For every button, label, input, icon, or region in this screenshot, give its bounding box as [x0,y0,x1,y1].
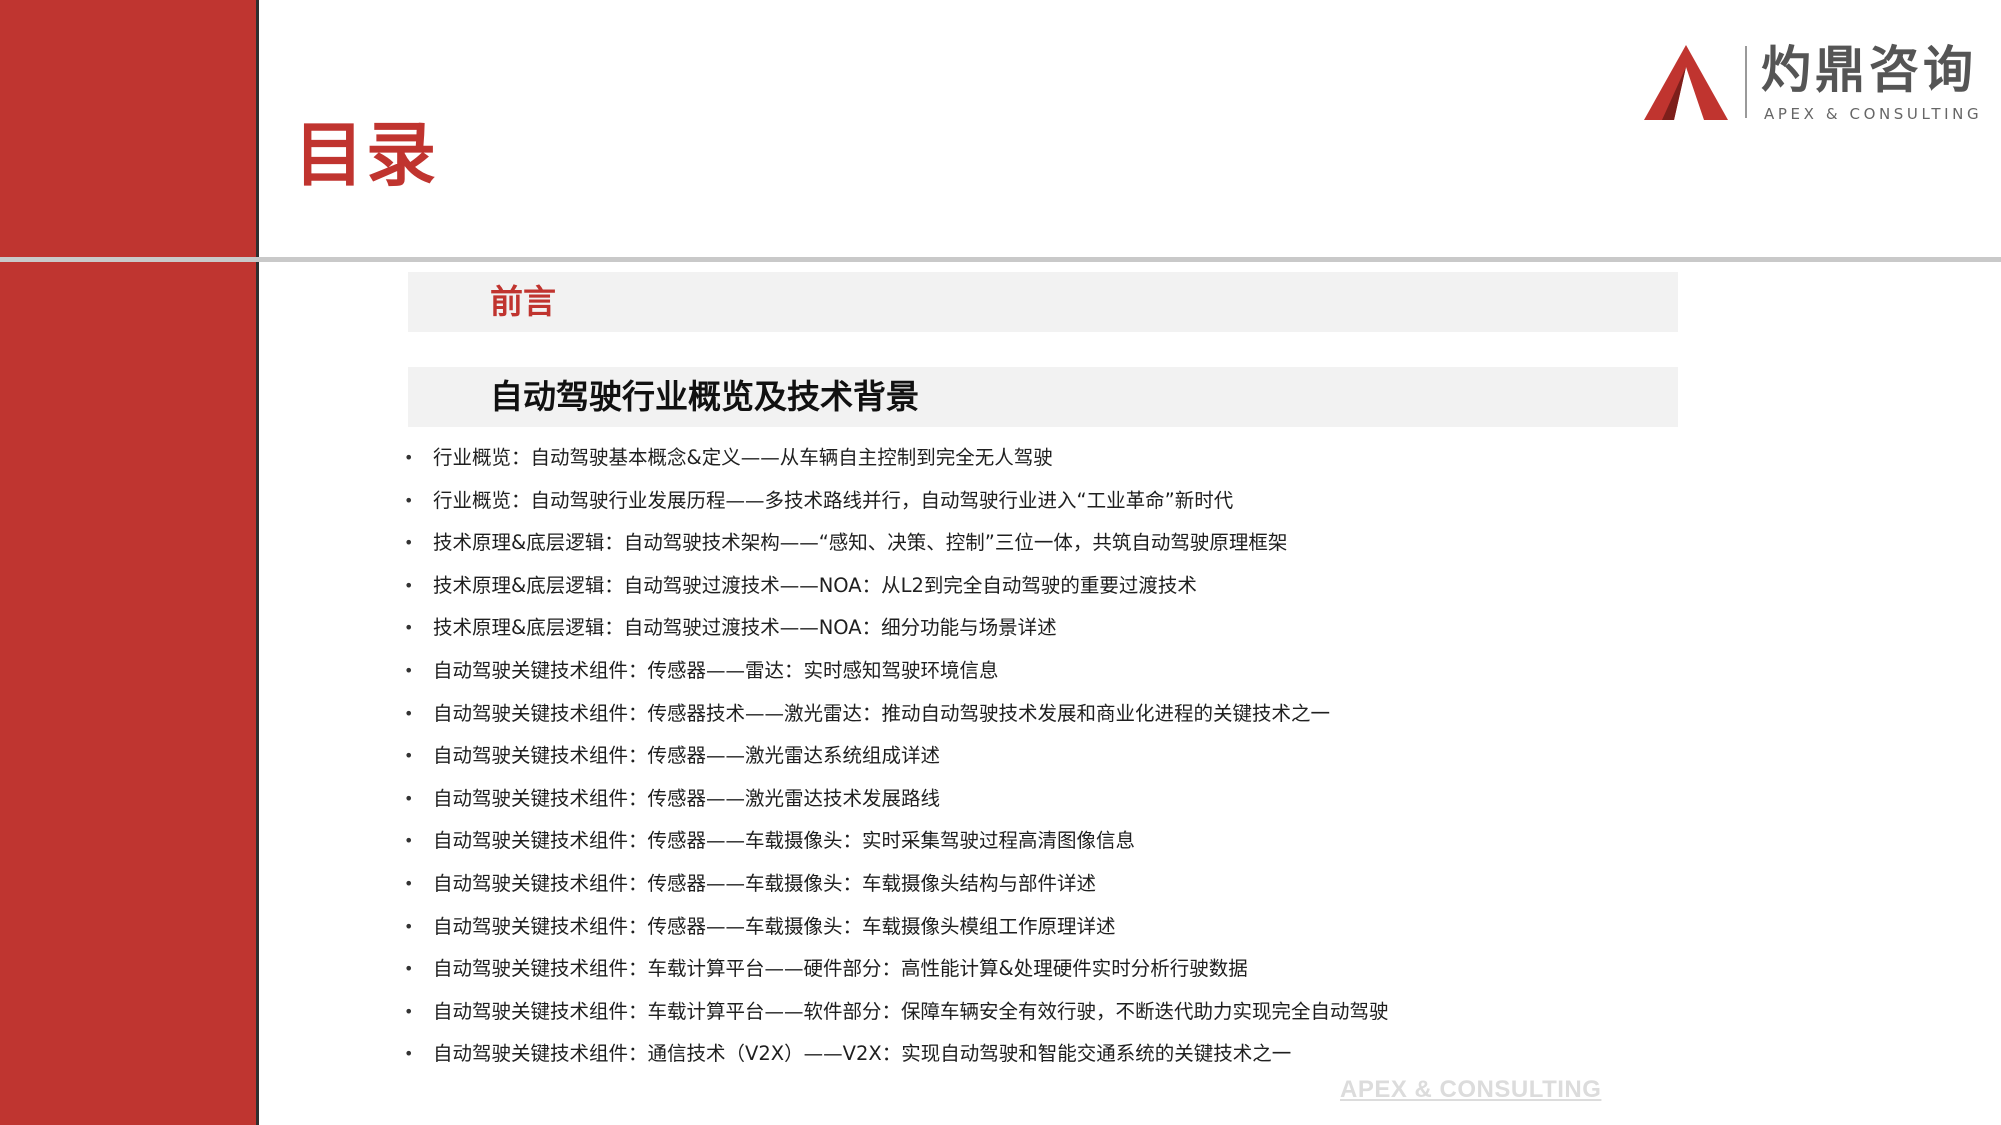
triangle-logo-icon [1644,45,1728,120]
toc-item-text: 技术原理&底层逻辑：自动驾驶过渡技术——NOA：从L2到完全自动驾驶的重要过渡技… [433,573,1197,597]
toc-item[interactable]: • 自动驾驶关键技术组件：车载计算平台——软件部分：保障车辆安全有效行驶，不断迭代… [400,991,1700,1034]
toc-item-text: 技术原理&底层逻辑：自动驾驶过渡技术——NOA：细分功能与场景详述 [433,616,1057,640]
toc-item-text: 自动驾驶关键技术组件：车载计算平台——软件部分：保障车辆安全有效行驶，不断迭代助… [433,999,1389,1023]
bullet-icon: • [404,618,414,638]
brand-name-cn: 灼鼎咨询 [1761,41,1977,99]
bullet-icon: • [404,1001,414,1021]
bullet-icon: • [404,703,414,723]
toc-item-text: 自动驾驶关键技术组件：通信技术（V2X）——V2X：实现自动驾驶和智能交通系统的… [433,1042,1292,1066]
toc-item[interactable]: • 技术原理&底层逻辑：自动驾驶技术架构——“感知、决策、控制”三位一体，共筑自动… [400,522,1700,565]
toc-item[interactable]: • 自动驾驶关键技术组件：传感器——车载摄像头：实时采集驾驶过程高清图像信息 [400,820,1700,863]
toc-item[interactable]: • 自动驾驶关键技术组件：车载计算平台——硬件部分：高性能计算&处理硬件实时分析行… [400,948,1700,991]
brand-name-en: APEX & CONSULTING [1764,105,1983,123]
toc-item[interactable]: • 技术原理&底层逻辑：自动驾驶过渡技术——NOA：细分功能与场景详述 [400,607,1700,650]
toc-item[interactable]: • 自动驾驶关键技术组件：传感器——激光雷达技术发展路线 [400,778,1700,821]
toc-item-text: 自动驾驶关键技术组件：传感器——车载摄像头：车载摄像头模组工作原理详述 [433,914,1116,938]
toc-item[interactable]: • 自动驾驶关键技术组件：传感器——雷达：实时感知驾驶环境信息 [400,650,1700,693]
toc-list: • 行业概览：自动驾驶基本概念&定义——从车辆自主控制到完全无人驾驶 • 行业概览：… [400,437,1700,1076]
toc-item[interactable]: • 自动驾驶关键技术组件：传感器——车载摄像头：车载摄像头模组工作原理详述 [400,906,1700,949]
watermark-text: APEX & CONSULTING [1340,1076,1602,1103]
toc-item[interactable]: • 自动驾驶关键技术组件：传感器技术——激光雷达：推动自动驾驶技术发展和商业化进程… [400,693,1700,736]
toc-item-text: 自动驾驶关键技术组件：传感器——激光雷达技术发展路线 [433,786,941,810]
bullet-icon: • [404,788,414,808]
toc-item[interactable]: • 自动驾驶关键技术组件：传感器——激光雷达系统组成详述 [400,735,1700,778]
bullet-icon: • [404,1044,414,1064]
bullet-icon: • [404,448,414,467]
toc-item-text: 自动驾驶关键技术组件：传感器——车载摄像头：实时采集驾驶过程高清图像信息 [433,829,1136,853]
bullet-icon: • [404,831,414,851]
toc-item[interactable]: • 自动驾驶关键技术组件：传感器——车载摄像头：车载摄像头结构与部件详述 [400,863,1700,906]
toc-item[interactable]: • 自动驾驶关键技术组件：通信技术（V2X）——V2X：实现自动驾驶和智能交通系统… [400,1033,1700,1076]
toc-item-text: 自动驾驶关键技术组件：传感器技术——激光雷达：推动自动驾驶技术发展和商业化进程的… [433,701,1331,725]
toc-item[interactable]: • 行业概览：自动驾驶基本概念&定义——从车辆自主控制到完全无人驾驶 [400,437,1700,480]
toc-item-text: 自动驾驶关键技术组件：传感器——车载摄像头：车载摄像头结构与部件详述 [433,871,1097,895]
left-accent-bar [0,0,256,1125]
logo-separator [1745,46,1747,118]
section-label: 前言 [490,282,556,321]
bullet-icon: • [404,746,414,766]
brand-logo: 灼鼎咨询 APEX & CONSULTING [1644,40,1979,130]
toc-item-text: 行业概览：自动驾驶行业发展历程——多技术路线并行，自动驾驶行业进入“工业革命”新… [433,488,1234,512]
header-divider [0,257,2001,262]
toc-item-text: 技术原理&底层逻辑：自动驾驶技术架构——“感知、决策、控制”三位一体，共筑自动驾… [433,531,1288,555]
bullet-icon: • [404,916,414,936]
toc-item-text: 自动驾驶关键技术组件：传感器——雷达：实时感知驾驶环境信息 [433,658,999,682]
toc-item-text: 自动驾驶关键技术组件：传感器——激光雷达系统组成详述 [433,744,941,768]
toc-item[interactable]: • 行业概览：自动驾驶行业发展历程——多技术路线并行，自动驾驶行业进入“工业革命”… [400,480,1700,523]
bullet-icon: • [404,490,414,510]
bullet-icon: • [404,873,414,893]
bullet-icon: • [404,959,414,979]
section-header-overview: 自动驾驶行业概览及技术背景 [408,367,1678,427]
bullet-icon: • [404,660,414,680]
page-title: 目录 [294,114,438,196]
section-label: 自动驾驶行业概览及技术背景 [490,377,919,416]
section-header-preface: 前言 [408,272,1678,332]
toc-item[interactable]: • 技术原理&底层逻辑：自动驾驶过渡技术——NOA：从L2到完全自动驾驶的重要过渡… [400,565,1700,608]
left-divider-line [256,0,259,1125]
bullet-icon: • [404,533,414,553]
toc-item-text: 自动驾驶关键技术组件：车载计算平台——硬件部分：高性能计算&处理硬件实时分析行驶… [433,957,1248,981]
toc-item-text: 行业概览：自动驾驶基本概念&定义——从车辆自主控制到完全无人驾驶 [433,446,1053,469]
bullet-icon: • [404,575,414,595]
